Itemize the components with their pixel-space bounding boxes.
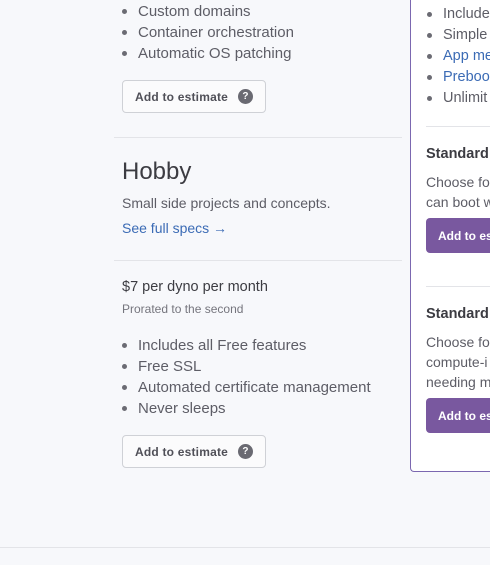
divider <box>426 126 490 127</box>
standard-1-add-to-estimate-button[interactable]: Add to es <box>426 218 490 253</box>
add-to-estimate-label: Add to estimate <box>135 89 229 104</box>
top-plan-feature-list: Custom domains Container orchestration A… <box>114 1 294 64</box>
plan-description: Choose fo compute-i needing m <box>426 332 490 392</box>
list-item: Never sleeps <box>114 398 371 419</box>
top-plan-add-to-estimate-button[interactable]: Add to estimate ? <box>122 80 267 113</box>
divider <box>426 286 490 287</box>
description-line: Choose fo <box>426 334 490 350</box>
description-line: Choose fo <box>426 174 490 190</box>
list-item: Includes all Free features <box>114 335 371 356</box>
description-line: compute-i <box>426 354 488 370</box>
list-item: Free SSL <box>114 356 371 377</box>
see-full-specs-link[interactable]: See full specs → <box>122 220 227 236</box>
price-note: Prorated to the second <box>122 302 244 316</box>
plan-price: $7 per dyno per month <box>122 279 268 295</box>
plan-description: Choose fo can boot w <box>426 172 490 212</box>
hobby-add-to-estimate-button[interactable]: Add to estimate ? <box>122 435 267 468</box>
feature-link[interactable]: App me <box>419 46 490 67</box>
description-line: can boot w <box>426 194 490 210</box>
list-item: Custom domains <box>114 1 294 22</box>
divider <box>114 137 402 138</box>
add-to-estimate-label: Add to estimate <box>135 444 229 459</box>
list-item: Simple <box>419 25 490 46</box>
hobby-feature-list: Includes all Free features Free SSL Auto… <box>114 335 371 419</box>
plan-description: Small side projects and concepts. <box>122 195 331 211</box>
list-item: Include <box>419 4 490 25</box>
feature-link[interactable]: Preboo <box>419 67 490 88</box>
help-icon[interactable]: ? <box>238 444 254 459</box>
list-item: Container orchestration <box>114 22 294 43</box>
divider <box>114 260 402 261</box>
list-item: Unlimit <box>419 88 490 109</box>
plan-title: Standard <box>426 306 489 322</box>
description-line: needing m <box>426 374 490 390</box>
list-item: Automatic OS patching <box>114 43 294 64</box>
standard-2-add-to-estimate-button[interactable]: Add to es <box>426 398 490 433</box>
plan-title: Standard <box>426 146 489 162</box>
selected-plan-panel: Include Simple App me Preboo Unlimit Sta… <box>410 0 490 472</box>
plan-title: Hobby <box>122 158 192 185</box>
panel-feature-list: Include Simple App me Preboo Unlimit <box>419 4 490 109</box>
list-item: Automated certificate management <box>114 377 371 398</box>
footer-divider <box>0 547 490 548</box>
help-icon[interactable]: ? <box>238 89 254 104</box>
